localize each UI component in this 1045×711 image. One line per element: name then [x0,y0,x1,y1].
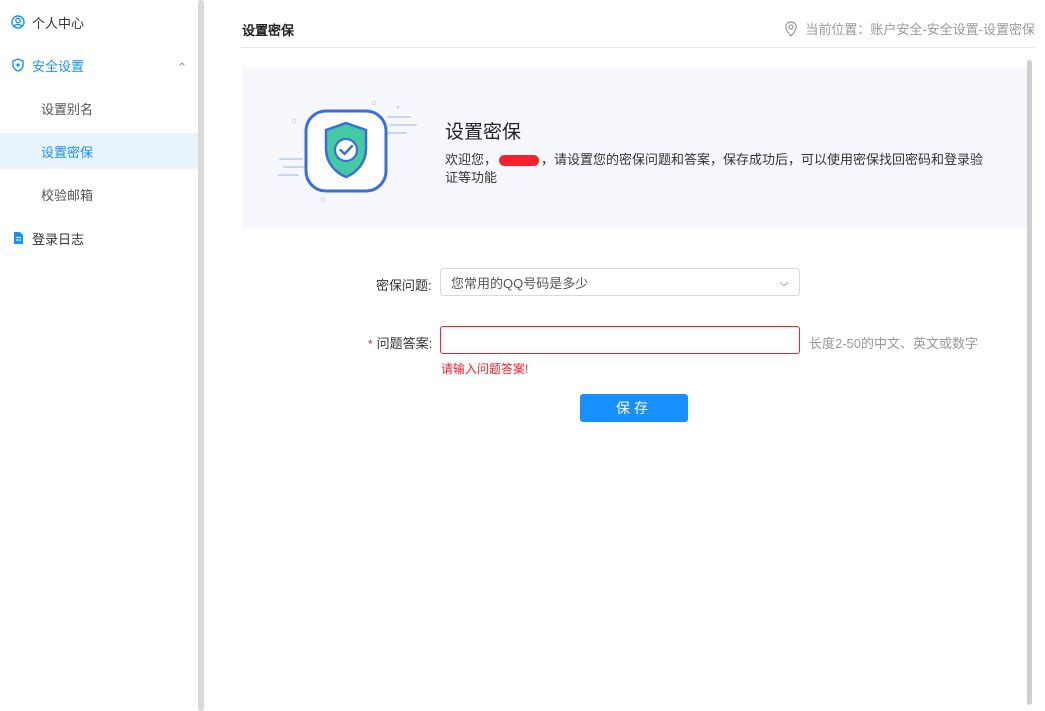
question-select-value: 您常用的QQ号码是多少 [451,275,589,291]
sidebar-item-verify-email[interactable]: 校验邮箱 [0,176,199,212]
sidebar-item-label: 个人中心 [32,15,85,31]
answer-input[interactable] [440,326,800,354]
sidebar-item-label: 登录日志 [32,231,85,247]
user-circle-icon [11,15,25,29]
sidebar-item-personal-center[interactable]: 个人中心 [0,4,199,40]
answer-label: 问题答案: [376,336,433,351]
sidebar: 个人中心 安全设置 设置别名 设置密保 校验邮箱 登录日志 [0,0,199,711]
breadcrumb: 当前位置：账户安全-安全设置-设置密保 [784,19,1035,38]
sidebar-item-login-log[interactable]: 登录日志 [0,220,199,256]
info-banner: 设置密保 欢迎您， ，请设置您的密保问题和答案，保存成功后，可以使用密保找回密码和… [242,67,1027,229]
answer-label-wrap: * 问题答案: [368,333,432,352]
main-scrollbar[interactable] [1027,60,1032,705]
banner-description: 欢迎您， ，请设置您的密保问题和答案，保存成功后，可以使用密保找回密码和登录验证等… [445,151,985,187]
location-pin-icon [784,20,798,37]
page-title: 设置密保 [242,23,295,38]
sidebar-item-label: 安全设置 [32,58,85,74]
required-mark: * [368,337,373,351]
sidebar-item-label: 校验邮箱 [41,187,94,203]
header-divider [241,47,1035,48]
question-label: 密保问题: [376,278,432,293]
answer-error-message: 请输入问题答案! [441,362,529,376]
redacted-username [499,155,540,167]
question-select[interactable]: 您常用的QQ号码是多少 [440,268,800,296]
save-button[interactable]: 保存 [580,394,688,422]
answer-hint: 长度2-50的中文、英文或数字 [809,336,979,351]
sidebar-item-label: 设置密保 [41,144,94,160]
sidebar-item-security-settings[interactable]: 安全设置 [0,47,199,83]
security-shield-illustration [277,97,418,207]
sidebar-item-label: 设置别名 [41,101,94,117]
sidebar-item-set-alias[interactable]: 设置别名 [0,90,199,126]
sidebar-item-set-security-question[interactable]: 设置密保 [0,133,199,169]
breadcrumb-text: 当前位置：账户安全-安全设置-设置密保 [805,22,1035,37]
sidebar-scrollbar[interactable] [198,0,204,711]
chevron-up-icon [177,59,187,69]
chevron-down-icon [779,277,789,287]
shield-icon [11,58,25,72]
banner-text-prefix: 欢迎您， [445,152,498,167]
banner-title: 设置密保 [445,122,522,143]
document-icon [11,231,25,245]
